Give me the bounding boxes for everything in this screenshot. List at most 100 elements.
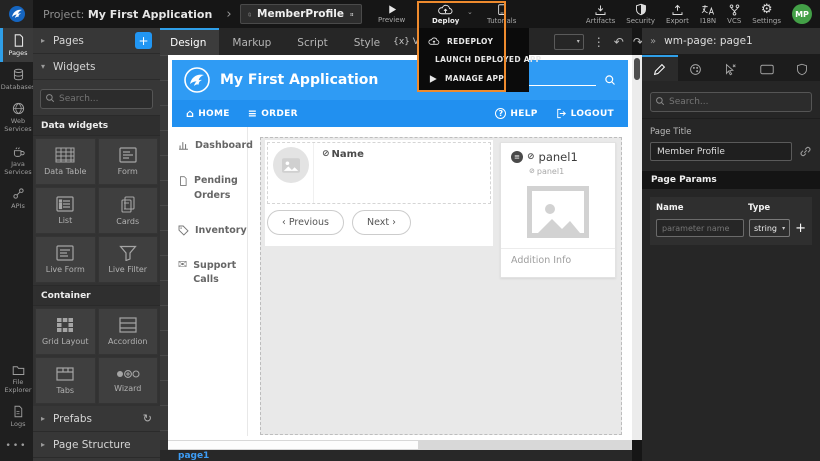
app-search-icon[interactable] (604, 74, 616, 86)
widget-search-input[interactable] (40, 89, 153, 109)
widget-grid-layout[interactable]: Grid Layout (35, 308, 96, 355)
tab-style[interactable]: Style (341, 28, 393, 55)
widget-cards[interactable]: Cards (98, 187, 159, 234)
panel1-subtitle-row[interactable]: ⊘ panel1 (529, 167, 615, 176)
tab-script[interactable]: Script (284, 28, 340, 55)
deploy-button[interactable]: Deploy (432, 0, 459, 28)
wavemaker-logo[interactable] (0, 0, 33, 28)
menu-item-manage-app[interactable]: MANAGE APP (419, 74, 529, 84)
widget-tabs[interactable]: Tabs (35, 357, 96, 404)
rail-databases-label: Databases (1, 83, 35, 91)
tab-device[interactable] (749, 55, 785, 81)
param-type-select[interactable]: string▾ (749, 219, 790, 237)
panel1-widget[interactable]: ≡ ⊘ panel1 ⊘ panel1 Addition Info (500, 142, 616, 278)
list-item-template[interactable]: ⊘ Name (267, 142, 491, 204)
canvas-horizontal-scrollbar[interactable] (160, 440, 632, 450)
tab-security[interactable] (784, 55, 820, 81)
deploy-dropdown-menu: REDEPLOY LAUNCH DEPLOYED APP MANAGE APP (419, 28, 529, 92)
chevron-down-icon: ▾ (782, 225, 785, 232)
sidebar-item-pending-orders[interactable]: Pending Orders (178, 174, 241, 203)
data-table-icon (55, 147, 75, 163)
scrollbar-thumb[interactable] (168, 441, 418, 449)
tab-design[interactable]: Design (157, 28, 219, 55)
tab-styles[interactable] (678, 55, 714, 81)
nav-home[interactable]: ⌂HOME (186, 107, 230, 120)
tutorials-button[interactable]: Tutorials (487, 0, 516, 28)
list-name-binding[interactable]: ⊘ Name (314, 143, 364, 203)
app-header[interactable]: My First Application (172, 60, 628, 100)
widget-live-filter[interactable]: Live Filter (98, 236, 159, 283)
previous-button[interactable]: ‹ Previous (267, 210, 344, 235)
settings-button[interactable]: ⚙ Settings (752, 0, 781, 28)
preview-button[interactable]: Preview (378, 0, 405, 28)
rail-item-file-explorer[interactable]: File Explorer (0, 358, 33, 399)
rail-item-pages[interactable]: Pages (0, 28, 33, 62)
menu-item-launch-deployed-app[interactable]: LAUNCH DEPLOYED APP (419, 55, 529, 65)
live-form-icon (56, 245, 74, 261)
widget-list[interactable]: List (35, 187, 96, 234)
next-button[interactable]: Next › (352, 210, 411, 235)
widget-accordion[interactable]: Accordion (98, 308, 159, 355)
widget-data-table[interactable]: Data Table (35, 138, 96, 185)
rail-item-databases[interactable]: Databases (0, 62, 33, 96)
image-placeholder-icon (282, 158, 300, 173)
tab-properties[interactable] (642, 55, 678, 81)
deploy-label: Deploy (432, 17, 459, 25)
nav-help[interactable]: ?HELP (495, 108, 537, 119)
export-button[interactable]: Export (666, 0, 689, 28)
project-breadcrumb[interactable]: Project: My First Application (43, 8, 212, 21)
add-param-button[interactable]: + (795, 221, 806, 236)
open-page-tab[interactable]: MemberProfile (240, 4, 362, 24)
collapse-right-panel-button[interactable]: » (650, 36, 656, 47)
page-title-input[interactable] (650, 142, 792, 161)
kebab-menu-icon[interactable]: ⋮ (593, 35, 605, 49)
page-structure-accordion-header[interactable]: ▸ Page Structure (33, 432, 160, 458)
nav-order[interactable]: ≡ORDER (248, 107, 298, 120)
top-bar: Project: My First Application › MemberPr… (0, 0, 820, 28)
prefabs-accordion-header[interactable]: ▸ Prefabs ↻ (33, 406, 160, 432)
sidebar-item-inventory[interactable]: Inventory (178, 224, 241, 238)
rail-item-apis[interactable]: APIs (0, 181, 33, 215)
rail-java-services-label: Java Services (3, 160, 33, 176)
app-title: My First Application (220, 72, 378, 88)
widget-wizard[interactable]: Wizard (98, 357, 159, 404)
sidebar-item-dashboard[interactable]: Dashboard (178, 139, 241, 153)
security-button[interactable]: Security (626, 0, 655, 28)
scrollbar-thumb[interactable] (634, 58, 640, 80)
device-icon (760, 64, 774, 75)
rail-item-logs[interactable]: Logs (0, 399, 33, 433)
nav-logout[interactable]: LOGOUT (556, 108, 614, 119)
design-canvas[interactable]: My First Application ⌂HOME ≡ORDER ?HELP … (168, 55, 632, 440)
artifacts-button[interactable]: Artifacts (586, 0, 615, 28)
i18n-button[interactable]: I18N (700, 0, 716, 28)
user-avatar[interactable]: MP (792, 4, 812, 24)
properties-search-input[interactable] (650, 92, 812, 112)
undo-icon[interactable]: ↶ (614, 35, 624, 49)
widget-form[interactable]: Form (98, 138, 159, 185)
tab-markup[interactable]: Markup (219, 28, 284, 55)
rail-item-web-services[interactable]: Web Services (0, 96, 33, 138)
vcs-button[interactable]: VCS (727, 0, 741, 28)
page-content-container[interactable]: ⊘ Name ‹ Previous Next › ≡ ⊘ panel1 (260, 137, 622, 435)
panel1-title-row[interactable]: ≡ ⊘ panel1 (511, 150, 615, 164)
rail-more-icon[interactable]: ••• (0, 433, 33, 461)
widget-live-form[interactable]: Live Form (35, 236, 96, 283)
home-label: HOME (198, 109, 230, 119)
tab-events[interactable] (713, 55, 749, 81)
canvas-vertical-scrollbar[interactable] (632, 55, 642, 440)
sidebar-item-support-calls[interactable]: ✉Support Calls (178, 259, 241, 288)
grid-menu-icon[interactable] (350, 9, 354, 20)
bind-link-icon[interactable] (799, 145, 812, 158)
device-select[interactable]: ▾ (554, 34, 584, 50)
menu-item-redeploy[interactable]: REDEPLOY (419, 37, 529, 46)
rail-item-java-services[interactable]: Java Services (0, 139, 33, 181)
refresh-icon[interactable]: ↻ (143, 412, 152, 425)
bottom-page-tab[interactable]: page1 (178, 451, 209, 461)
app-search-input[interactable] (526, 74, 596, 86)
widgets-accordion-header[interactable]: ▾ Widgets (33, 54, 160, 80)
document-icon (178, 175, 188, 187)
add-page-button[interactable]: + (135, 32, 152, 49)
panel-image-placeholder[interactable] (527, 186, 589, 238)
pages-accordion-header[interactable]: ▸ Pages + (33, 28, 160, 54)
param-name-input[interactable] (656, 219, 744, 237)
